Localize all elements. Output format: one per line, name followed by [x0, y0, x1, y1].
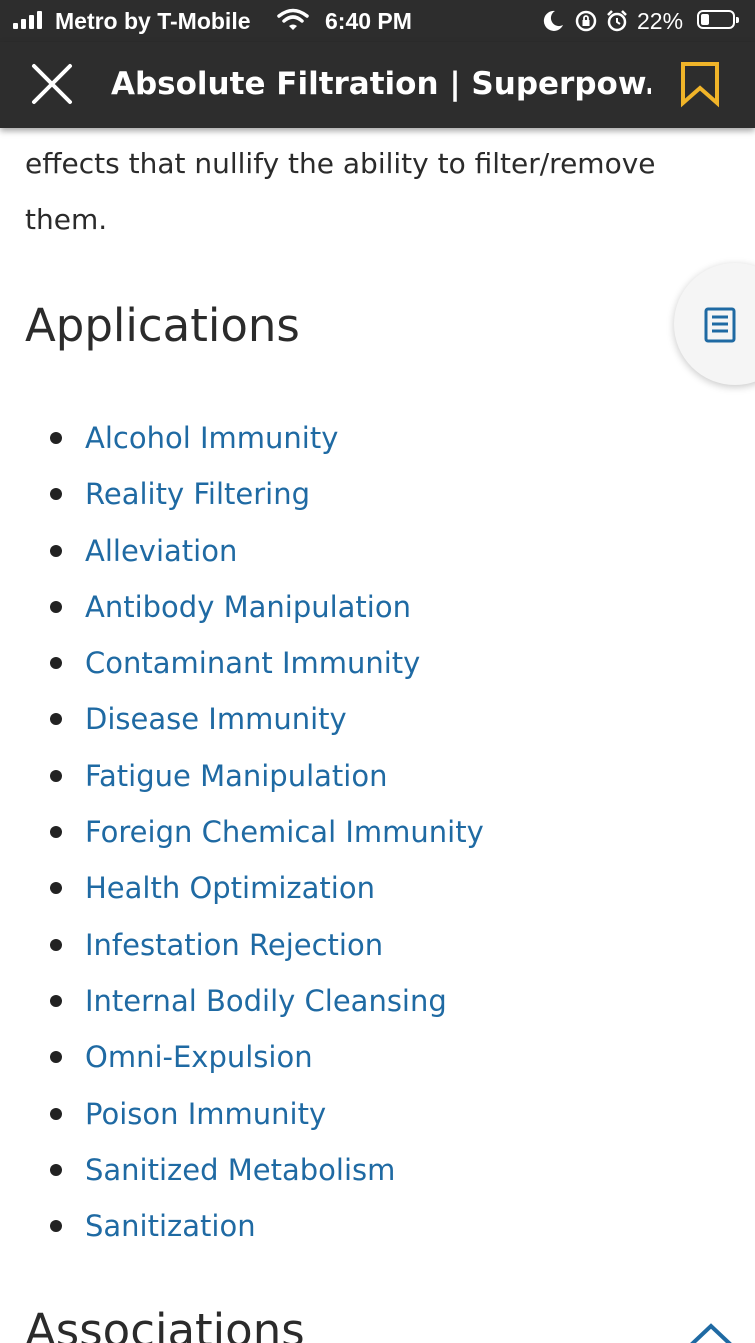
table-of-contents-button[interactable]	[674, 263, 755, 385]
list-item: Infestation Rejection	[0, 915, 600, 971]
bullet	[50, 994, 62, 1007]
alarm-icon	[605, 9, 629, 39]
collapse-button[interactable]	[686, 1318, 736, 1343]
application-link[interactable]: Antibody Manipulation	[85, 587, 411, 627]
application-link[interactable]: Alcohol Immunity	[85, 418, 338, 458]
bullet	[50, 1051, 62, 1064]
page-title: Absolute Filtration | Superpow...	[111, 66, 651, 102]
status-bar: Metro by T-Mobile 6:40 PM 22%	[0, 0, 755, 42]
app-header: Absolute Filtration | Superpow...	[0, 42, 755, 128]
chevron-up-icon	[690, 1323, 732, 1343]
intro-paragraph: effects that nullify the ability to filt…	[25, 147, 656, 236]
wifi-icon	[277, 8, 309, 38]
list-item: Sanitized Metabolism	[0, 1140, 600, 1196]
application-link[interactable]: Internal Bodily Cleansing	[85, 981, 447, 1021]
signal-icon	[13, 11, 42, 29]
carrier-name: Metro by T-Mobile	[55, 8, 251, 34]
close-button[interactable]	[30, 62, 74, 106]
application-link[interactable]: Foreign Chemical Immunity	[85, 812, 484, 852]
application-link[interactable]: Fatigue Manipulation	[85, 756, 387, 796]
bullet	[50, 769, 62, 782]
application-link[interactable]: Reality Filtering	[85, 474, 310, 514]
list-item: Health Optimization	[0, 858, 600, 914]
bullet	[50, 544, 62, 557]
bullet	[50, 938, 62, 951]
bullet	[50, 713, 62, 726]
article-content: effects that nullify the ability to filt…	[0, 128, 755, 1343]
bullet	[50, 1163, 62, 1176]
application-link[interactable]: Omni-Expulsion	[85, 1037, 313, 1077]
list-item: Antibody Manipulation	[0, 577, 600, 633]
orientation-lock-icon	[574, 9, 598, 39]
list-item: Alleviation	[0, 521, 600, 577]
list-item: Fatigue Manipulation	[0, 746, 600, 802]
bullet	[50, 657, 62, 670]
bullet	[50, 600, 62, 613]
battery-percentage: 22%	[637, 8, 684, 34]
clock-time: 6:40 PM	[325, 8, 412, 34]
close-icon	[32, 64, 72, 104]
list-item: Internal Bodily Cleansing	[0, 971, 600, 1027]
bullet	[50, 1107, 62, 1120]
battery-icon	[697, 10, 739, 29]
application-link[interactable]: Health Optimization	[85, 868, 375, 908]
list-item: Foreign Chemical Immunity	[0, 802, 600, 858]
application-link[interactable]: Infestation Rejection	[85, 925, 383, 965]
application-link[interactable]: Alleviation	[85, 531, 237, 571]
list-item: Sanitization	[0, 1196, 600, 1252]
applications-heading: Applications	[25, 299, 300, 352]
bullet	[50, 882, 62, 895]
application-link[interactable]: Sanitization	[85, 1206, 256, 1246]
associations-heading: Associations	[25, 1304, 305, 1343]
application-link[interactable]: Disease Immunity	[85, 699, 347, 739]
list-item: Contaminant Immunity	[0, 633, 600, 689]
document-icon	[704, 307, 736, 343]
bookmark-icon	[681, 62, 719, 108]
list-item: Disease Immunity	[0, 689, 600, 745]
bullet	[50, 488, 62, 501]
applications-list: Alcohol Immunity Reality Filtering Allevia…	[0, 408, 600, 1252]
application-link[interactable]: Sanitized Metabolism	[85, 1150, 395, 1190]
application-link[interactable]: Contaminant Immunity	[85, 643, 420, 683]
bookmark-button[interactable]	[678, 60, 722, 108]
list-item: Omni-Expulsion	[0, 1027, 600, 1083]
bullet	[50, 432, 62, 444]
list-item: Reality Filtering	[0, 464, 600, 520]
moon-icon	[541, 9, 565, 39]
bullet	[50, 826, 62, 839]
list-item: Alcohol Immunity	[0, 408, 600, 464]
application-link[interactable]: Poison Immunity	[85, 1094, 326, 1134]
bullet	[50, 1220, 62, 1233]
list-item: Poison Immunity	[0, 1084, 600, 1140]
